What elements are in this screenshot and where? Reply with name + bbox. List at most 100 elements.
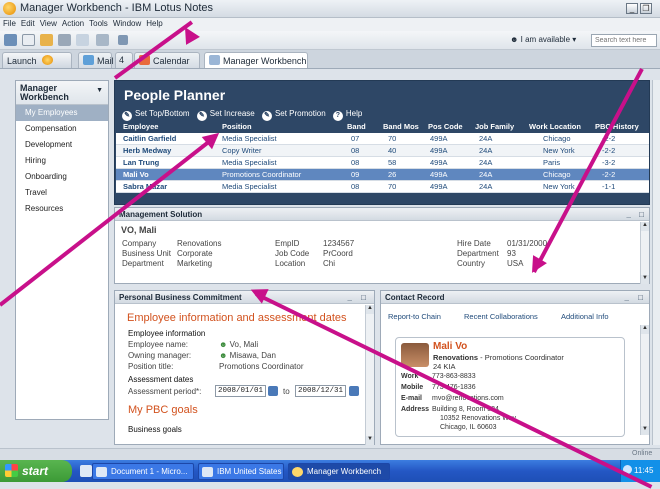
person-icon: ☻ — [219, 340, 228, 349]
column-header-band[interactable]: Band — [347, 122, 366, 131]
menu-action[interactable]: Action — [59, 18, 86, 28]
recent-collaborations-link[interactable]: Recent Collaborations — [464, 312, 538, 321]
search-input[interactable] — [591, 34, 657, 47]
workbench-icon — [209, 55, 220, 65]
table-cell: -2-2 — [602, 170, 616, 179]
email-label: E-mail — [401, 395, 423, 402]
business-unit-label: Business Unit — [122, 249, 171, 258]
sidebar-header[interactable]: Manager Workbench ▼ — [16, 81, 108, 105]
taskbar-button-ibm[interactable]: IBM United States -... — [198, 463, 284, 480]
menu-help[interactable]: Help — [143, 18, 164, 28]
table-row[interactable]: Caitlin Garfield Media Specialist 07 70 499A… — [116, 133, 649, 145]
avatar — [401, 343, 429, 367]
people-planner-panel: People Planner ✎ Set Top/Bottom ✎ Set Incr… — [114, 80, 650, 205]
sidebar-item-hiring[interactable]: Hiring — [16, 153, 108, 169]
table-row[interactable]: Lan Trung Media Specialist 08 58 499A 24A Pari… — [116, 157, 649, 169]
menu-tools[interactable]: Tools — [86, 18, 110, 28]
sidebar-item-resources[interactable]: Resources — [16, 201, 108, 217]
table-cell: -2-2 — [602, 146, 616, 155]
taskbar-ibm-label: IBM United States -... — [217, 467, 283, 476]
show-desktop-icon[interactable] — [80, 465, 92, 477]
person-icon: ☻ — [510, 35, 519, 44]
minimize-button[interactable]: _ — [626, 3, 638, 14]
maximize-panel-icon[interactable]: □ — [638, 293, 643, 302]
table-cell: 499A — [430, 182, 448, 191]
scroll-up-icon[interactable]: ▲ — [366, 305, 374, 314]
table-row[interactable]: Mali Vo Promotions Coordinator 09 26 499A 24A… — [116, 169, 649, 181]
taskbar-button-manager-workbench[interactable]: Manager Workbench — [288, 463, 390, 480]
table-cell: 08 — [351, 182, 360, 191]
scroll-down-icon[interactable]: ▼ — [366, 436, 374, 445]
new-document-icon[interactable] — [22, 34, 35, 46]
calendar-picker-icon[interactable] — [349, 386, 359, 396]
menu-file[interactable]: File — [0, 18, 18, 28]
tab-launch[interactable]: Launch — [2, 52, 72, 68]
right-sidebar-strip[interactable] — [652, 80, 660, 445]
contact-scrollbar[interactable]: ▲ ▼ — [640, 325, 649, 435]
menu-window[interactable]: Window — [110, 18, 143, 28]
maximize-panel-icon[interactable]: □ — [361, 293, 366, 302]
taskbar-button-document[interactable]: Document 1 - Micro... — [92, 463, 194, 480]
sidebar-item-travel[interactable]: Travel — [16, 185, 108, 201]
table-cell: 24A — [479, 134, 493, 143]
department-label: Department — [122, 259, 164, 268]
assessment-start-date-field[interactable]: 2008/01/01 — [215, 385, 267, 397]
column-header-work-location[interactable]: Work Location — [529, 122, 581, 131]
help-button[interactable]: ? Help — [332, 109, 362, 121]
management-scrollbar[interactable]: ▲ ▼ — [640, 222, 649, 284]
table-cell: 08 — [351, 158, 360, 167]
minimize-panel-icon[interactable]: _ — [627, 210, 631, 219]
contact-record-title: Contact Record — [385, 293, 445, 302]
column-header-employee[interactable]: Employee — [123, 122, 158, 131]
taskbar-document-label: Document 1 - Micro... — [111, 467, 188, 476]
tab-manager-workbench[interactable]: Manager Workbench — [204, 52, 308, 68]
assessment-end-date-field[interactable]: 2008/12/31 — [295, 385, 347, 397]
set-top-bottom-button[interactable]: ✎ Set Top/Bottom — [122, 109, 190, 121]
refresh-icon[interactable] — [118, 35, 128, 45]
print-icon[interactable] — [58, 34, 71, 46]
scroll-up-icon[interactable]: ▲ — [641, 222, 649, 231]
set-increase-button[interactable]: ✎ Set Increase — [196, 109, 255, 121]
scroll-down-icon[interactable]: ▼ — [641, 426, 649, 435]
menu-edit[interactable]: Edit — [18, 18, 37, 28]
open-folder-icon[interactable] — [40, 34, 53, 46]
column-header-pos-code[interactable]: Pos Code — [428, 122, 463, 131]
sidebar-item-development[interactable]: Development — [16, 137, 108, 153]
minimize-panel-icon[interactable]: _ — [348, 293, 352, 302]
restore-button[interactable]: ❐ — [640, 3, 652, 14]
availability-status[interactable]: ☻ I am available ▾ — [510, 35, 576, 44]
scroll-up-icon[interactable]: ▲ — [641, 325, 649, 334]
column-header-pbc-history[interactable]: PBC History — [595, 122, 639, 131]
report-to-chain-link[interactable]: Report-to Chain — [388, 312, 441, 321]
sidebar-item-my-employees[interactable]: My Employees — [16, 105, 108, 121]
calendar-picker-icon[interactable] — [268, 386, 278, 396]
business-card: Mali Vo Renovations - Promotions Coordin… — [395, 337, 625, 437]
toolbar: ☻ I am available ▾ — [0, 31, 660, 50]
additional-info-link[interactable]: Additional Info — [561, 312, 609, 321]
contact-name: Mali Vo — [433, 341, 468, 352]
copy-icon[interactable] — [76, 34, 89, 46]
date-range-separator: to — [283, 387, 290, 396]
sidebar-item-onboarding[interactable]: Onboarding — [16, 169, 108, 185]
sidebar-item-compensation[interactable]: Compensation — [16, 121, 108, 137]
scroll-down-icon[interactable]: ▼ — [641, 275, 649, 284]
table-cell: 40 — [388, 146, 397, 155]
column-header-band-mos[interactable]: Band Mos — [383, 122, 419, 131]
save-icon[interactable] — [4, 34, 17, 46]
availability-label: I am available — [520, 35, 571, 44]
navigate-back-icon[interactable] — [96, 34, 109, 46]
table-cell: Media Specialist — [222, 134, 277, 143]
column-header-position[interactable]: Position — [222, 122, 252, 131]
column-header-job-family[interactable]: Job Family — [475, 122, 514, 131]
tab-mail[interactable]: Mail — [78, 52, 114, 68]
set-promotion-button[interactable]: ✎ Set Promotion — [261, 109, 326, 121]
minimize-panel-icon[interactable]: _ — [625, 293, 629, 302]
maximize-panel-icon[interactable]: □ — [639, 210, 644, 219]
chevron-down-icon: ▼ — [96, 87, 103, 94]
pbc-scrollbar[interactable]: ▲ ▼ — [365, 305, 374, 445]
menu-view[interactable]: View — [37, 18, 59, 28]
start-button[interactable]: start — [0, 460, 72, 482]
lotus-notes-app-icon — [3, 2, 16, 15]
table-row[interactable]: Sabra Mazar Media Specialist 08 70 499A 24A Ne… — [116, 181, 649, 193]
employee-name-value: ☻ Vo, Mali — [219, 340, 258, 349]
